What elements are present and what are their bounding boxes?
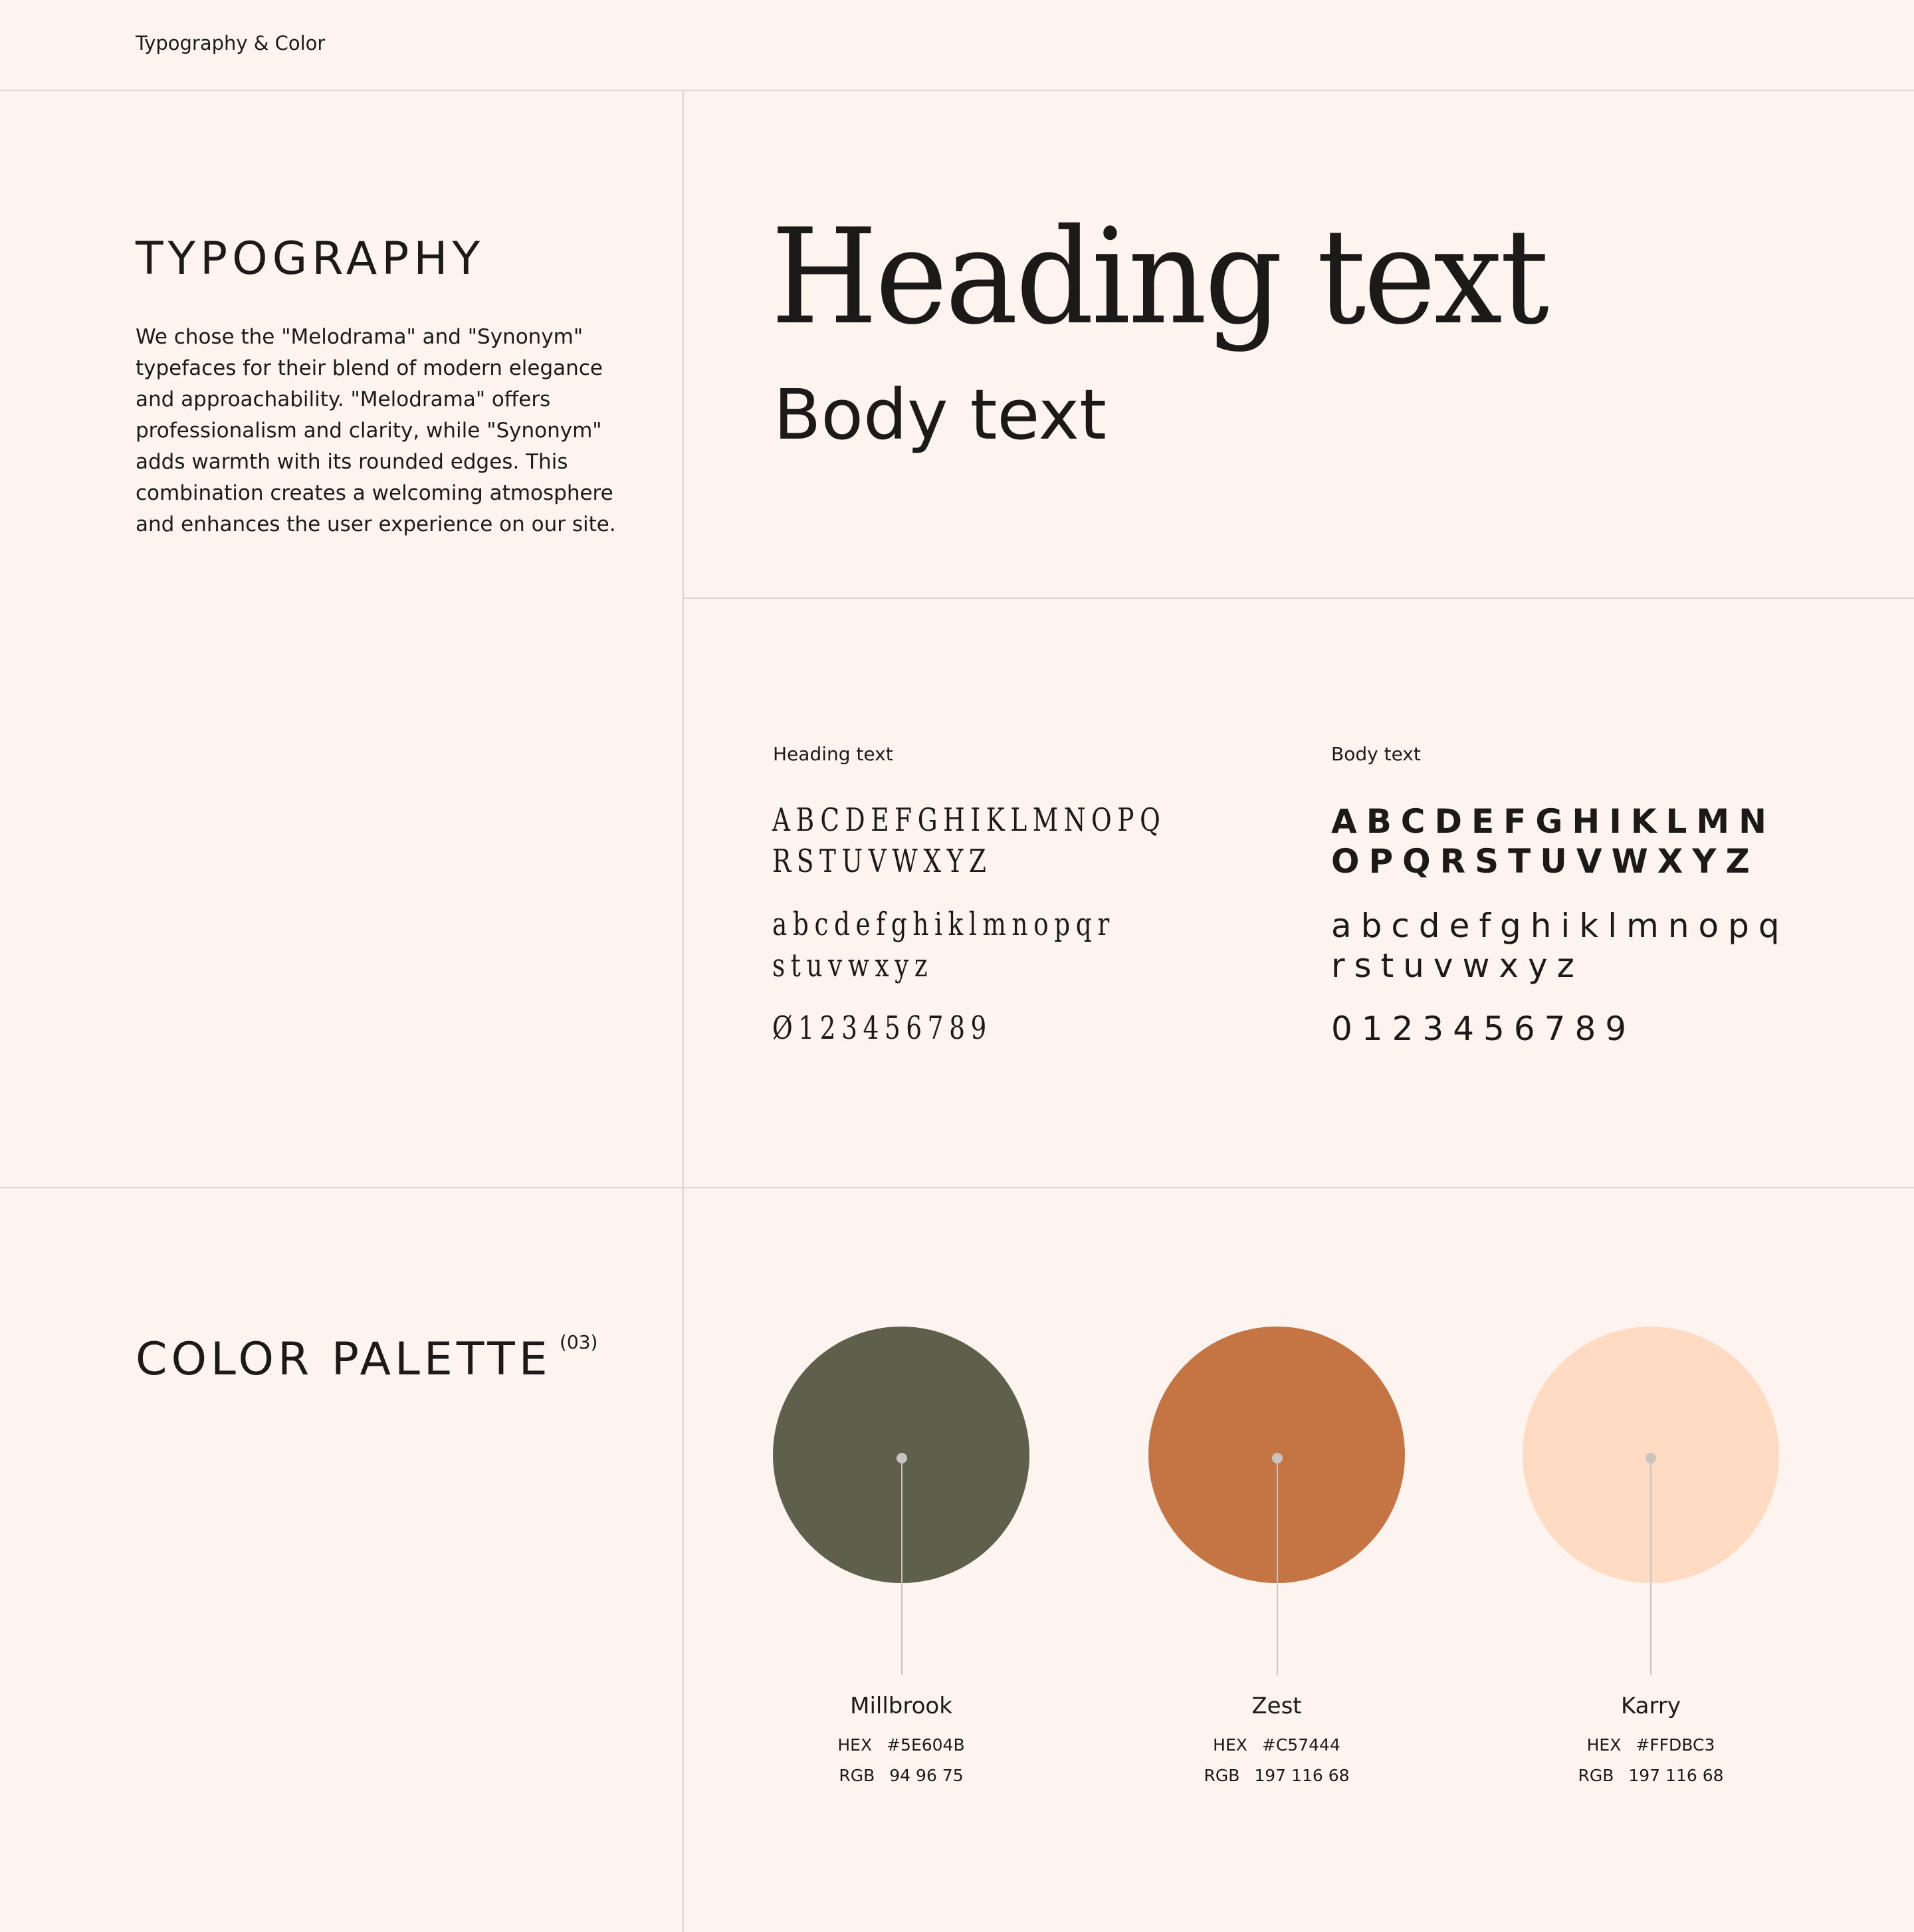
rgb-label: RGB [1204,1766,1240,1785]
rgb-label: RGB [839,1766,875,1785]
heading-lowercase-line-1: abcdefghiklmnopqr [772,906,1115,943]
hex-label: HEX [1586,1735,1622,1755]
body-lowercase-line-2: rstuvwxyz [1331,946,1584,985]
hex-value: #C57444 [1261,1735,1340,1755]
page-title: Typography & Color [136,32,326,54]
rgb-value: 197 116 68 [1254,1766,1350,1785]
hex-value: #5E604B [887,1735,965,1755]
heading-specimen-label: Heading text [773,743,893,765]
color-hex: HEX #FFDBC3 [1518,1735,1784,1755]
hex-label: HEX [837,1735,873,1755]
heading-font-sample: Heading text [771,200,1549,354]
rgb-value: 94 96 75 [889,1766,964,1785]
color-rgb: RGB 94 96 75 [768,1766,1034,1785]
color-name: Zest [1251,1693,1302,1719]
color-name: Millbrook [850,1693,952,1719]
typography-sample-divider [683,597,1914,599]
color-rgb: RGB 197 116 68 [1144,1766,1410,1785]
column-divider [683,90,684,1932]
color-count: (03) [560,1331,598,1353]
swatch-leader-line [901,1458,903,1675]
typography-description: We chose the "Melodrama" and "Synonym" t… [136,325,616,536]
color-palette-heading: COLOR PALETTE [136,1333,552,1386]
swatch-leader-line [1650,1458,1651,1675]
heading-lowercase-line-2: stuvwxyz [772,947,934,984]
color-rgb: RGB 197 116 68 [1518,1766,1784,1785]
typography-heading: TYPOGRAPHY [136,233,484,285]
body-font-sample: Body text [774,374,1107,455]
heading-digits: Ø123456789 [772,1010,992,1047]
heading-uppercase-line-1: ABCDEFGHIKLMNOPQ [772,802,1166,839]
rgb-value: 197 116 68 [1628,1766,1724,1785]
section-divider [0,1187,1914,1188]
body-lowercase-line-1: abcdefghiklmnopq [1331,907,1789,945]
body-digits: 0123456789 [1331,1010,1636,1048]
color-hex: HEX #5E604B [768,1735,1034,1755]
hex-value: #FFDBC3 [1636,1735,1715,1755]
body-uppercase-line-2: OPQRSTUVWXYZ [1331,842,1759,881]
hex-label: HEX [1213,1735,1247,1755]
header-divider [0,90,1914,91]
color-name: Karry [1620,1693,1681,1719]
color-hex: HEX #C57444 [1144,1735,1410,1755]
heading-uppercase-line-2: RSTUVWXYZ [772,843,992,880]
body-specimen-label: Body text [1331,743,1421,765]
body-uppercase-line-1: ABCDEFGHIKLMN [1331,802,1776,841]
rgb-label: RGB [1578,1766,1614,1785]
swatch-leader-line [1277,1458,1278,1675]
